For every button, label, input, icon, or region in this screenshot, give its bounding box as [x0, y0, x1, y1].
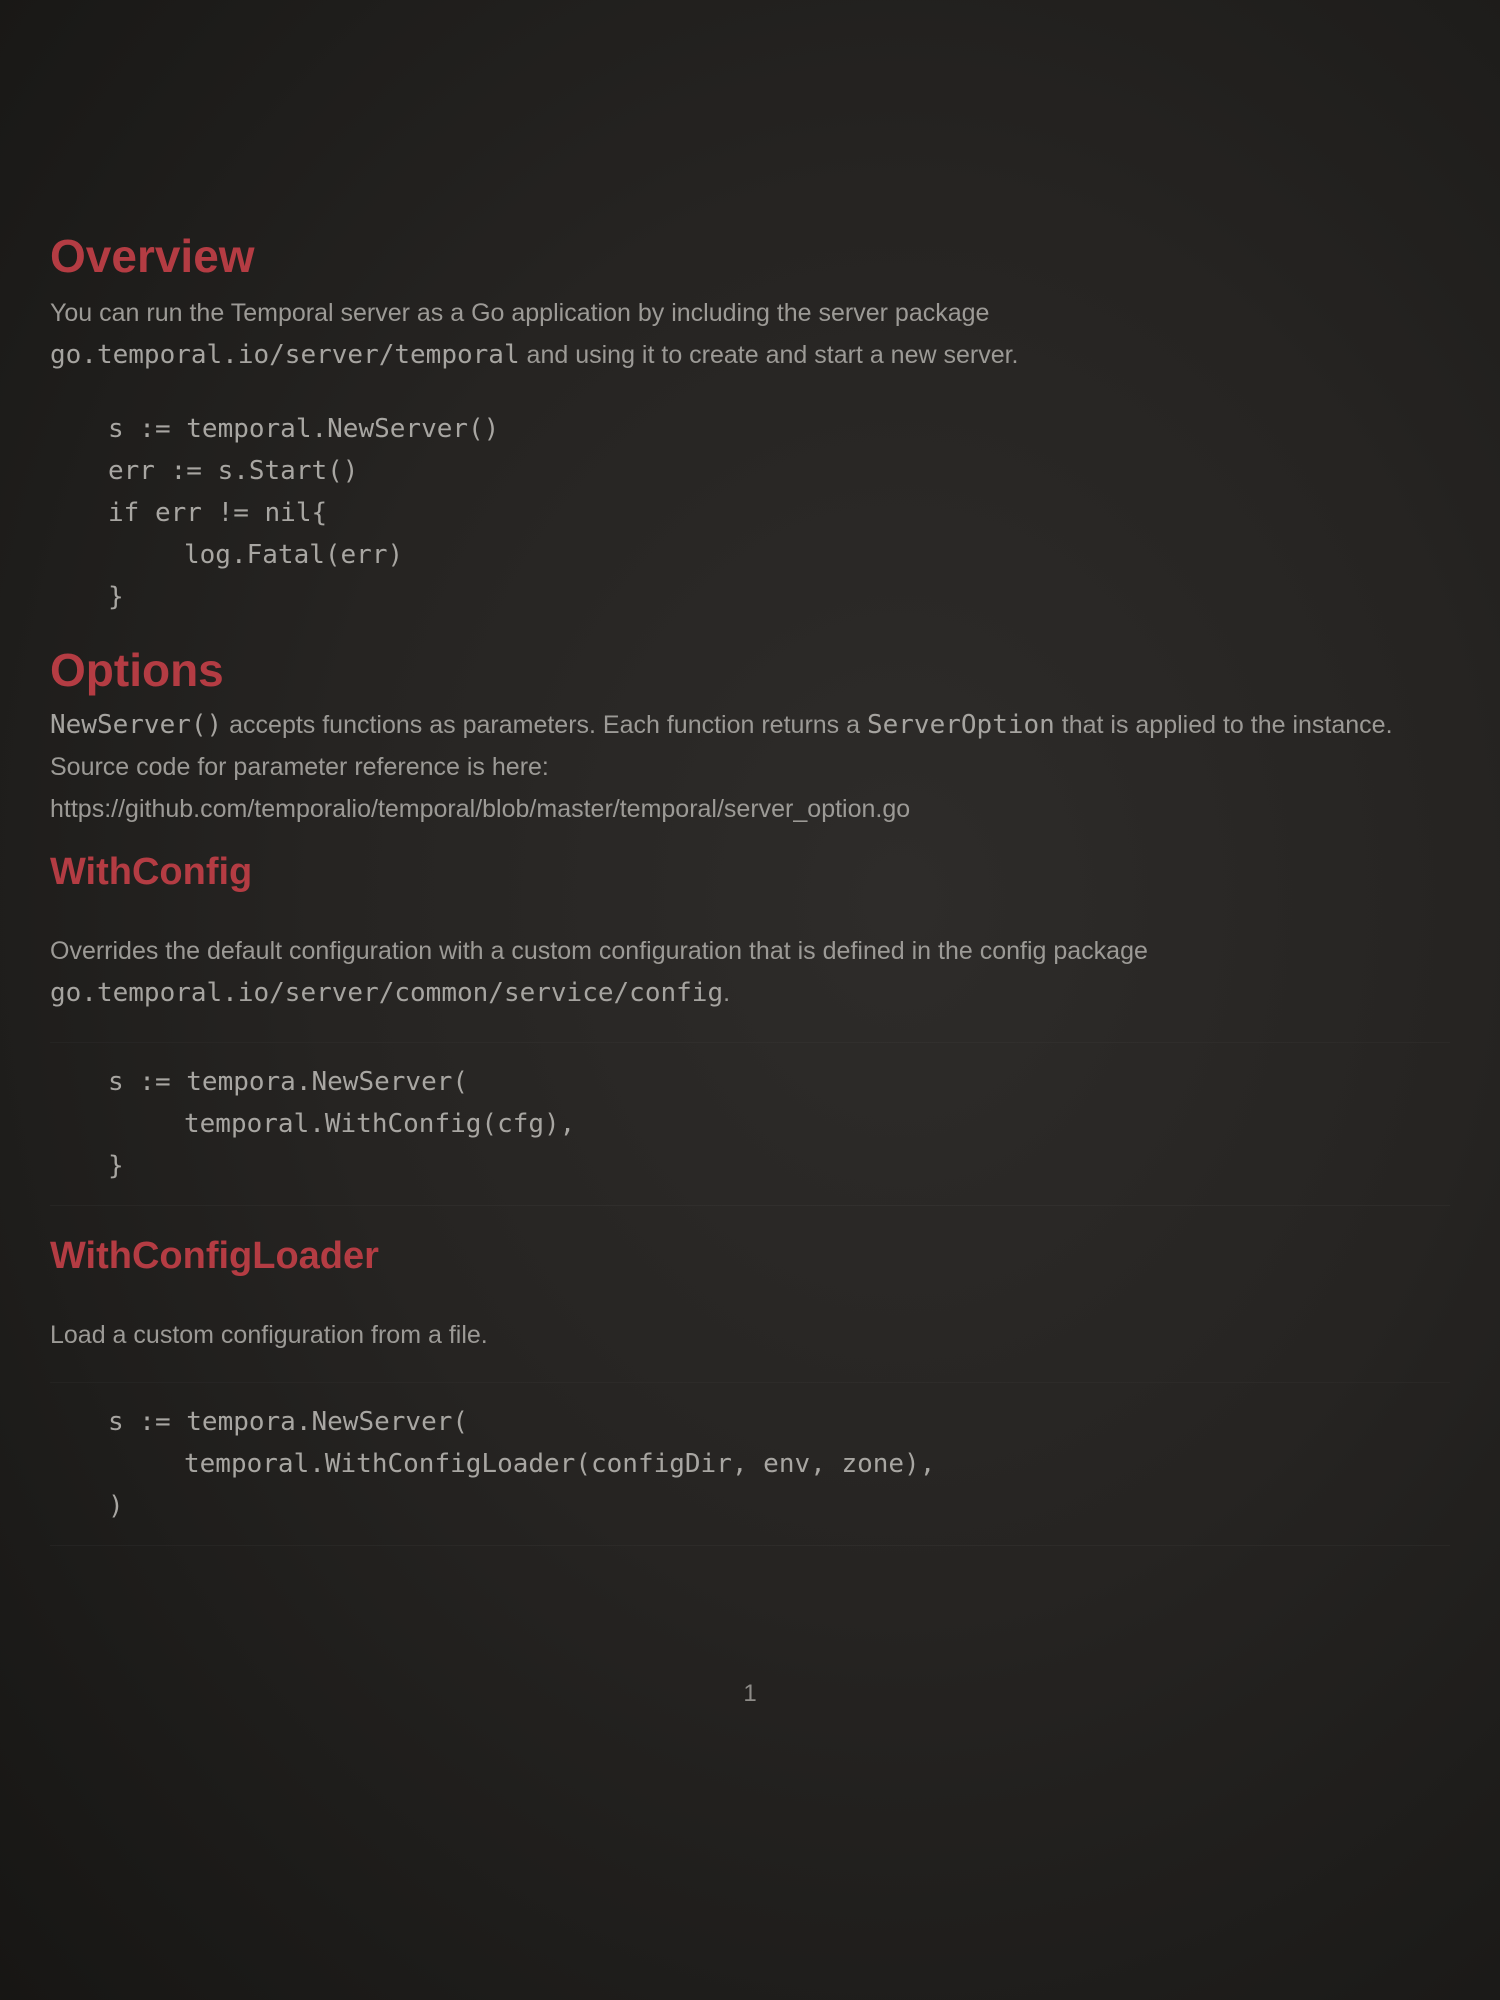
- code-line: s := temporal.NewServer(): [108, 414, 500, 444]
- with-config-heading: WithConfig: [50, 851, 253, 893]
- overview-section: Overview You can run the Temporal server…: [50, 228, 1450, 618]
- code-line: temporal.WithConfig(cfg),: [184, 1109, 576, 1139]
- options-heading: Options: [50, 644, 224, 696]
- code-line: log.Fatal(err): [184, 540, 404, 570]
- serveroption-code: ServerOption: [866, 710, 1055, 740]
- code-line: if err != nil{: [108, 498, 328, 528]
- with-config-loader-heading: WithConfigLoader: [50, 1235, 379, 1277]
- overview-heading: Overview: [50, 230, 255, 282]
- with-config-text-2: .: [723, 979, 731, 1007]
- code-line: temporal.WithConfigLoader(configDir, env…: [184, 1449, 936, 1479]
- code-line: s := tempora.NewServer(: [108, 1407, 469, 1437]
- options-paragraph: NewServer() accepts functions as paramet…: [50, 704, 1430, 788]
- overview-package-code: go.temporal.io/server/temporal: [50, 340, 520, 370]
- with-config-text-1: Overrides the default configuration with…: [50, 937, 1148, 965]
- overview-code-block: s := temporal.NewServer() err := s.Start…: [50, 408, 1450, 618]
- with-config-loader-code-block: s := tempora.NewServer( temporal.WithCon…: [50, 1382, 1450, 1546]
- document-page: Overview You can run the Temporal server…: [0, 0, 1500, 2000]
- overview-paragraph: You can run the Temporal server as a Go …: [50, 292, 1450, 376]
- with-config-paragraph: Overrides the default configuration with…: [50, 930, 1450, 1014]
- config-package-code: go.temporal.io/server/common/service/con…: [50, 978, 724, 1008]
- options-text-1: accepts functions as parameters. Each fu…: [222, 711, 867, 739]
- with-config-section: WithConfig Overrides the default configu…: [50, 848, 1450, 1206]
- options-source-link[interactable]: https://github.com/temporalio/temporal/b…: [50, 788, 1450, 830]
- document-content: Overview You can run the Temporal server…: [50, 228, 1450, 1546]
- overview-text-1: You can run the Temporal server as a Go …: [50, 299, 990, 327]
- code-line: }: [108, 1151, 124, 1181]
- page-number: 1: [743, 1680, 757, 1707]
- overview-text-2: and using it to create and start a new s…: [519, 341, 1019, 369]
- options-section: Options NewServer() accepts functions as…: [50, 642, 1450, 830]
- code-line: ): [108, 1491, 124, 1521]
- newserver-code: NewServer(): [50, 710, 223, 740]
- with-config-code-block: s := tempora.NewServer( temporal.WithCon…: [50, 1042, 1450, 1206]
- code-line: }: [108, 582, 124, 612]
- code-line: s := tempora.NewServer(: [108, 1067, 469, 1097]
- with-config-loader-paragraph: Load a custom configuration from a file.: [50, 1321, 488, 1349]
- code-line: err := s.Start(): [108, 456, 359, 486]
- with-config-loader-section: WithConfigLoader Load a custom configura…: [50, 1232, 1450, 1546]
